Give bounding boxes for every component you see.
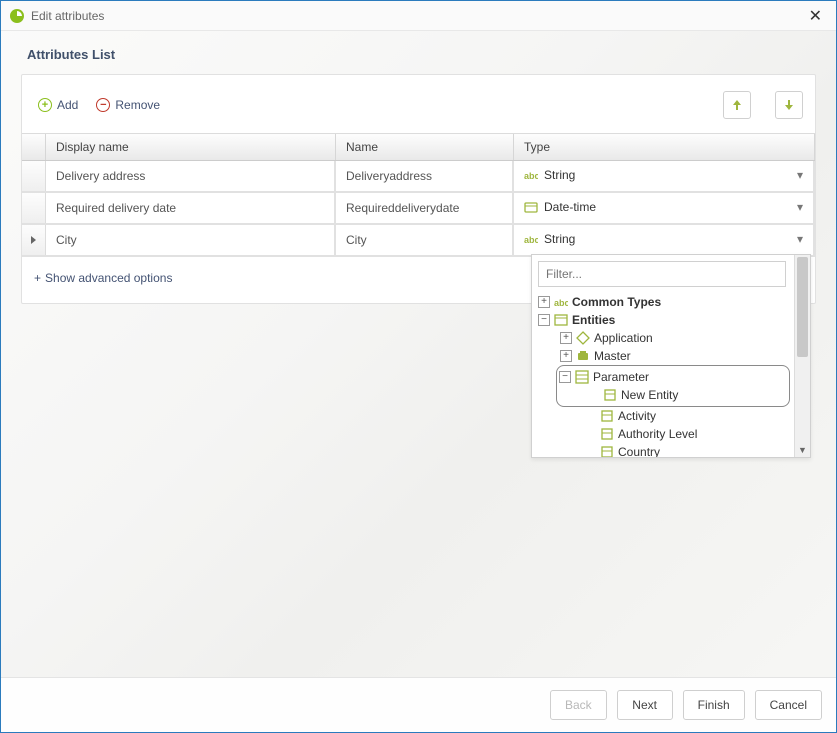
tree-node-new-entity[interactable]: New Entity bbox=[559, 386, 783, 404]
expand-icon: + bbox=[34, 271, 41, 285]
scrollbar-thumb[interactable] bbox=[797, 257, 808, 357]
entity-icon bbox=[600, 409, 614, 423]
add-button[interactable]: + Add bbox=[38, 98, 78, 112]
tree-label: Country bbox=[618, 445, 660, 457]
entity-icon bbox=[600, 427, 614, 441]
panel-toolbar: + Add − Remove bbox=[22, 75, 815, 133]
collapse-icon[interactable]: − bbox=[559, 371, 571, 383]
page-title: Attributes List bbox=[27, 47, 816, 62]
app-icon bbox=[9, 8, 25, 24]
col-display-name[interactable]: Display name bbox=[46, 134, 336, 160]
col-type[interactable]: Type bbox=[514, 134, 815, 160]
table-row[interactable]: abc String ▾ bbox=[22, 225, 815, 257]
expand-icon[interactable]: + bbox=[560, 332, 572, 344]
tree-label: Authority Level bbox=[618, 427, 697, 441]
type-dropdown-panel: + abc Common Types − Entities + Applicat… bbox=[531, 254, 811, 458]
type-dropdown[interactable]: abc String ▾ bbox=[514, 161, 813, 189]
next-button[interactable]: Next bbox=[617, 690, 673, 720]
minus-icon: − bbox=[96, 98, 110, 112]
entity-icon bbox=[603, 388, 617, 402]
finish-button[interactable]: Finish bbox=[683, 690, 745, 720]
tree-node-master[interactable]: + Master bbox=[538, 347, 790, 365]
remove-button[interactable]: − Remove bbox=[96, 98, 160, 112]
type-label: String bbox=[544, 232, 575, 246]
datetime-icon bbox=[524, 201, 538, 213]
tree-node-entities[interactable]: − Entities bbox=[538, 311, 790, 329]
tree-label: Entities bbox=[572, 313, 615, 327]
tree-node-application[interactable]: + Application bbox=[538, 329, 790, 347]
move-up-button[interactable] bbox=[723, 91, 751, 119]
plus-icon: + bbox=[38, 98, 52, 112]
filter-input[interactable] bbox=[538, 261, 786, 287]
name-input[interactable] bbox=[336, 193, 512, 223]
expand-icon[interactable]: + bbox=[538, 296, 550, 308]
row-handle[interactable] bbox=[22, 161, 46, 191]
application-icon bbox=[576, 331, 590, 345]
type-label: Date-time bbox=[544, 200, 596, 214]
attributes-grid: Display name Name Type abc String ▾ bbox=[22, 133, 815, 257]
chevron-down-icon: ▾ bbox=[797, 232, 803, 246]
dialog-footer: Back Next Finish Cancel bbox=[1, 677, 836, 732]
name-input[interactable] bbox=[336, 225, 512, 255]
dialog-window: Edit attributes ✕ Attributes List + Add … bbox=[0, 0, 837, 733]
tree-node-common-types[interactable]: + abc Common Types bbox=[538, 293, 790, 311]
type-dropdown[interactable]: Date-time ▾ bbox=[514, 193, 813, 221]
entity-icon bbox=[600, 445, 614, 457]
window-title: Edit attributes bbox=[31, 9, 803, 23]
display-name-input[interactable] bbox=[46, 193, 334, 223]
back-button[interactable]: Back bbox=[550, 690, 607, 720]
tree-label: Application bbox=[594, 331, 653, 345]
cancel-button[interactable]: Cancel bbox=[755, 690, 822, 720]
remove-label: Remove bbox=[115, 98, 160, 112]
collapse-icon[interactable]: − bbox=[538, 314, 550, 326]
name-input[interactable] bbox=[336, 161, 512, 191]
arrow-down-icon bbox=[784, 99, 794, 111]
display-name-input[interactable] bbox=[46, 225, 334, 255]
svg-text:abc: abc bbox=[554, 298, 568, 308]
advanced-label: Show advanced options bbox=[45, 271, 172, 285]
table-row[interactable]: Date-time ▾ bbox=[22, 193, 815, 225]
master-icon bbox=[576, 349, 590, 363]
tree-label: Common Types bbox=[572, 295, 661, 309]
string-icon: abc bbox=[524, 233, 538, 245]
expand-icon[interactable]: + bbox=[560, 350, 572, 362]
dropdown-scrollbar[interactable]: ▼ bbox=[794, 255, 810, 457]
string-icon: abc bbox=[554, 295, 568, 309]
tree-label: Activity bbox=[618, 409, 656, 423]
chevron-down-icon: ▾ bbox=[797, 168, 803, 182]
row-handle[interactable] bbox=[22, 225, 46, 255]
display-name-input[interactable] bbox=[46, 161, 334, 191]
svg-text:abc: abc bbox=[524, 235, 538, 245]
current-row-indicator-icon bbox=[31, 236, 36, 244]
tree-node-authority-level[interactable]: Authority Level bbox=[556, 425, 790, 443]
tree-label: Parameter bbox=[593, 370, 649, 384]
close-button[interactable]: ✕ bbox=[803, 6, 828, 26]
entity-group-icon bbox=[554, 313, 568, 327]
chevron-down-icon: ▾ bbox=[797, 200, 803, 214]
row-handle[interactable] bbox=[22, 193, 46, 223]
type-dropdown[interactable]: abc String ▾ bbox=[514, 225, 813, 253]
tree-label: Master bbox=[594, 349, 631, 363]
col-name[interactable]: Name bbox=[336, 134, 514, 160]
tree-node-country[interactable]: Country bbox=[556, 443, 790, 457]
arrow-up-icon bbox=[732, 99, 742, 111]
tree-node-parameter[interactable]: − Parameter bbox=[559, 368, 783, 386]
string-icon: abc bbox=[524, 169, 538, 181]
svg-text:abc: abc bbox=[524, 171, 538, 181]
tree-node-activity[interactable]: Activity bbox=[556, 407, 790, 425]
type-tree: + abc Common Types − Entities + Applicat… bbox=[538, 293, 790, 457]
tree-label: New Entity bbox=[621, 388, 678, 402]
add-label: Add bbox=[57, 98, 78, 112]
titlebar: Edit attributes ✕ bbox=[1, 1, 836, 31]
scroll-down-icon[interactable]: ▼ bbox=[795, 445, 810, 455]
parameter-icon bbox=[575, 370, 589, 384]
type-label: String bbox=[544, 168, 575, 182]
table-row[interactable]: abc String ▾ bbox=[22, 161, 815, 193]
grid-header: Display name Name Type bbox=[22, 134, 815, 161]
move-down-button[interactable] bbox=[775, 91, 803, 119]
